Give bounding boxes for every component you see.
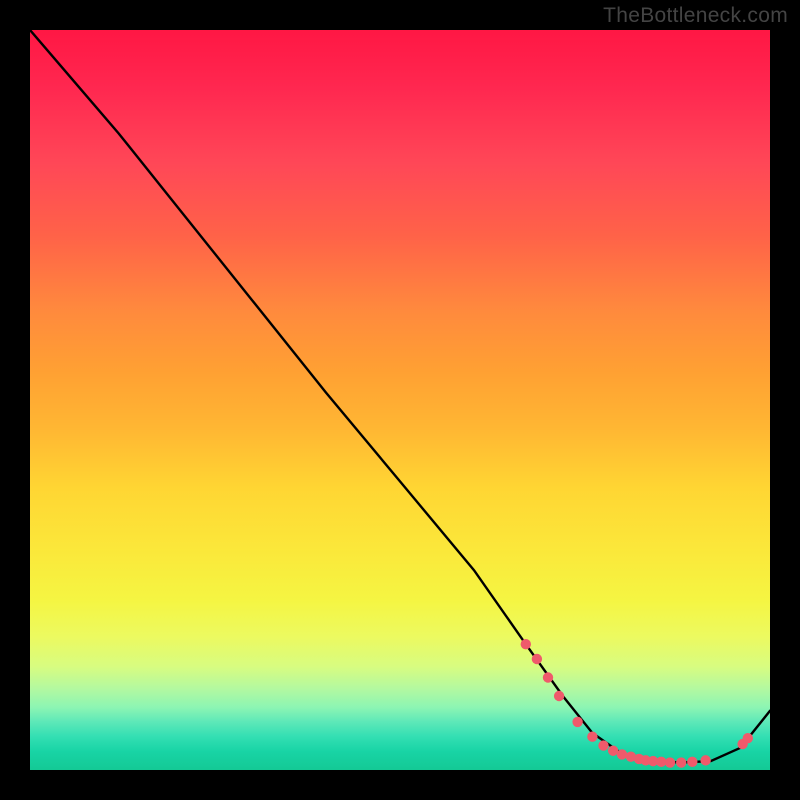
data-marker	[743, 733, 753, 743]
bottleneck-curve	[30, 30, 770, 763]
curve-svg	[30, 30, 770, 770]
data-marker	[598, 740, 608, 750]
data-marker	[687, 757, 697, 767]
data-marker	[587, 732, 597, 742]
data-marker	[656, 757, 666, 767]
watermark-text: TheBottleneck.com	[603, 4, 788, 28]
data-marker	[532, 654, 542, 664]
plot-area	[30, 30, 770, 770]
data-marker	[543, 672, 553, 682]
data-marker	[700, 755, 710, 765]
data-marker	[572, 717, 582, 727]
data-marker	[608, 746, 618, 756]
marker-group	[521, 639, 753, 768]
data-marker	[676, 757, 686, 767]
data-marker	[617, 749, 627, 759]
data-marker	[521, 639, 531, 649]
chart-container: TheBottleneck.com	[0, 0, 800, 800]
data-marker	[554, 691, 564, 701]
data-marker	[665, 757, 675, 767]
